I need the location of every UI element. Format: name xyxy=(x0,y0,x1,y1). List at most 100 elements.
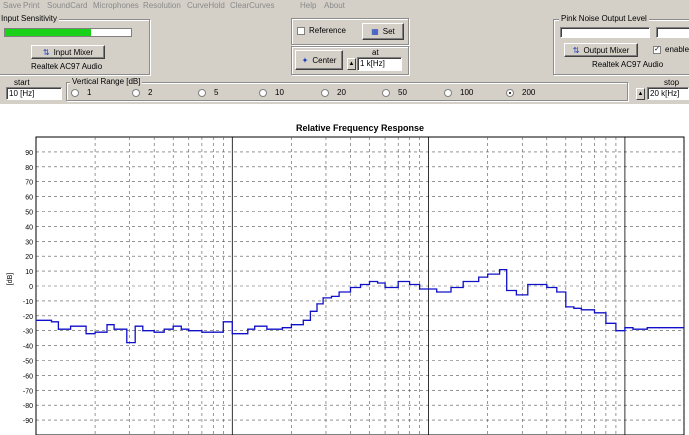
radio-circle[interactable] xyxy=(321,88,329,97)
data-point xyxy=(163,328,165,330)
radio-circle[interactable] xyxy=(382,88,390,97)
menu-item-about[interactable]: About xyxy=(324,1,345,10)
vertical-range-option-2[interactable]: 2 xyxy=(132,88,152,97)
reference-checkbox-box[interactable] xyxy=(297,26,305,35)
vertical-range-option-200[interactable]: 200 xyxy=(506,88,535,97)
chart-icon: ▦ xyxy=(371,27,379,36)
vertical-range-option-20[interactable]: 20 xyxy=(321,88,346,97)
data-point xyxy=(527,283,529,286)
y-tick-label: -60 xyxy=(23,373,33,380)
y-tick-label: 70 xyxy=(25,180,33,187)
data-point xyxy=(615,330,617,332)
enable-label: enable xyxy=(665,45,689,54)
mixer-icon: ⇅ xyxy=(572,45,580,55)
data-point xyxy=(565,306,567,308)
stop-field[interactable]: 20 k[Hz] xyxy=(647,87,689,100)
radio-circle[interactable] xyxy=(198,88,206,97)
data-point xyxy=(113,328,115,330)
input-device-label: Realtek AC97 Audio xyxy=(31,62,103,71)
start-field[interactable]: 10 [Hz] xyxy=(6,87,62,100)
menu-item-clearcurves[interactable]: ClearCurves xyxy=(230,1,274,10)
input-level-meter xyxy=(4,28,132,37)
data-point xyxy=(94,331,96,333)
y-tick-label: -20 xyxy=(23,314,33,321)
y-tick-label: 40 xyxy=(25,224,33,231)
radio-circle[interactable] xyxy=(259,88,267,97)
at-field[interactable]: 1 k[Hz] xyxy=(357,57,402,71)
radio-circle[interactable] xyxy=(444,88,452,97)
enable-checkbox-box[interactable]: ✓ xyxy=(653,45,661,54)
data-point xyxy=(69,325,72,327)
data-point xyxy=(153,331,155,333)
data-point xyxy=(57,328,59,330)
vertical-range-option-5[interactable]: 5 xyxy=(198,88,218,97)
vertical-range-option-100[interactable]: 100 xyxy=(444,88,473,97)
vertical-range-option-1[interactable]: 1 xyxy=(71,88,91,97)
set-label: Set xyxy=(382,27,395,36)
menu-item-soundcard[interactable]: SoundCard xyxy=(47,1,87,10)
data-point xyxy=(478,276,480,278)
chart-svg: Relative Frequency Response 90 80 70 60 50 40 3… xyxy=(7,123,685,435)
set-button[interactable]: ▦ Set xyxy=(362,23,404,40)
data-point xyxy=(188,330,190,332)
menu-item-curvehold[interactable]: CurveHold xyxy=(187,1,225,10)
center-button[interactable]: ✦ Center xyxy=(295,50,343,70)
pink-noise-level-field[interactable] xyxy=(560,27,650,38)
enable-checkbox[interactable]: ✓ enable xyxy=(653,45,689,54)
data-point xyxy=(605,322,607,324)
pink-noise-level-field-2[interactable] xyxy=(656,27,689,38)
data-point xyxy=(683,327,685,329)
vertical-range-option-10[interactable]: 10 xyxy=(259,88,284,97)
data-point xyxy=(556,291,558,293)
output-device-label: Realtek AC97 Audio xyxy=(592,60,664,69)
input-mixer-label: Input Mixer xyxy=(53,47,94,57)
data-point xyxy=(212,331,214,333)
vertical-range-option-label: 10 xyxy=(275,88,284,97)
data-point xyxy=(377,282,379,284)
frequency-response-chart: Relative Frequency Response 90 80 70 60 50 40 3… xyxy=(0,104,689,435)
at-spinner[interactable]: ▲ xyxy=(347,58,356,70)
data-point xyxy=(266,328,268,330)
menu-item-help[interactable]: Help xyxy=(300,1,316,10)
menu-item-resolution[interactable]: Resolution xyxy=(143,1,181,10)
y-axis-label: [dB] xyxy=(7,273,14,286)
radio-circle[interactable] xyxy=(71,88,79,97)
radio-circle[interactable] xyxy=(506,88,514,97)
reference-group: Reference ▦ Set xyxy=(291,18,409,45)
data-point xyxy=(580,309,582,311)
data-point xyxy=(222,321,224,323)
data-point xyxy=(330,295,333,298)
y-tick-label: 60 xyxy=(25,195,33,202)
output-mixer-button[interactable]: ⇅ Output Mixer xyxy=(564,43,638,57)
data-point xyxy=(408,283,411,286)
data-point xyxy=(247,328,249,330)
data-point xyxy=(106,324,108,326)
menu-item-microphones[interactable]: Microphones xyxy=(93,1,139,10)
data-point xyxy=(593,312,596,314)
reference-checkbox[interactable]: Reference xyxy=(297,26,346,35)
at-label: at xyxy=(372,48,379,57)
input-mixer-button[interactable]: ⇅ Input Mixer xyxy=(31,45,105,59)
y-tick-label: -90 xyxy=(23,418,33,425)
response-curve xyxy=(36,268,684,344)
stop-spinner[interactable]: ▲ xyxy=(636,88,645,100)
data-point xyxy=(674,327,676,329)
radio-circle[interactable] xyxy=(132,88,140,97)
y-tick-label: 30 xyxy=(25,239,33,246)
data-point xyxy=(254,325,256,327)
data-point xyxy=(322,297,324,299)
menu-item-save[interactable]: Save xyxy=(3,1,21,10)
vertical-range-option-50[interactable]: 50 xyxy=(382,88,407,97)
data-point xyxy=(50,321,53,323)
vertical-range-option-label: 5 xyxy=(214,88,219,97)
data-point xyxy=(359,283,362,286)
input-sensitivity-group: Input Sensitivity ⇅ Input Mixer Realtek … xyxy=(0,14,150,75)
data-point xyxy=(126,342,128,344)
data-point xyxy=(487,273,489,275)
vertical-range-option-label: 50 xyxy=(398,88,407,97)
y-tick-label: 0 xyxy=(29,284,33,291)
data-point xyxy=(499,269,501,271)
y-tick-label: 80 xyxy=(25,165,33,172)
menu-item-print[interactable]: Print xyxy=(23,1,39,10)
data-point xyxy=(436,291,438,293)
